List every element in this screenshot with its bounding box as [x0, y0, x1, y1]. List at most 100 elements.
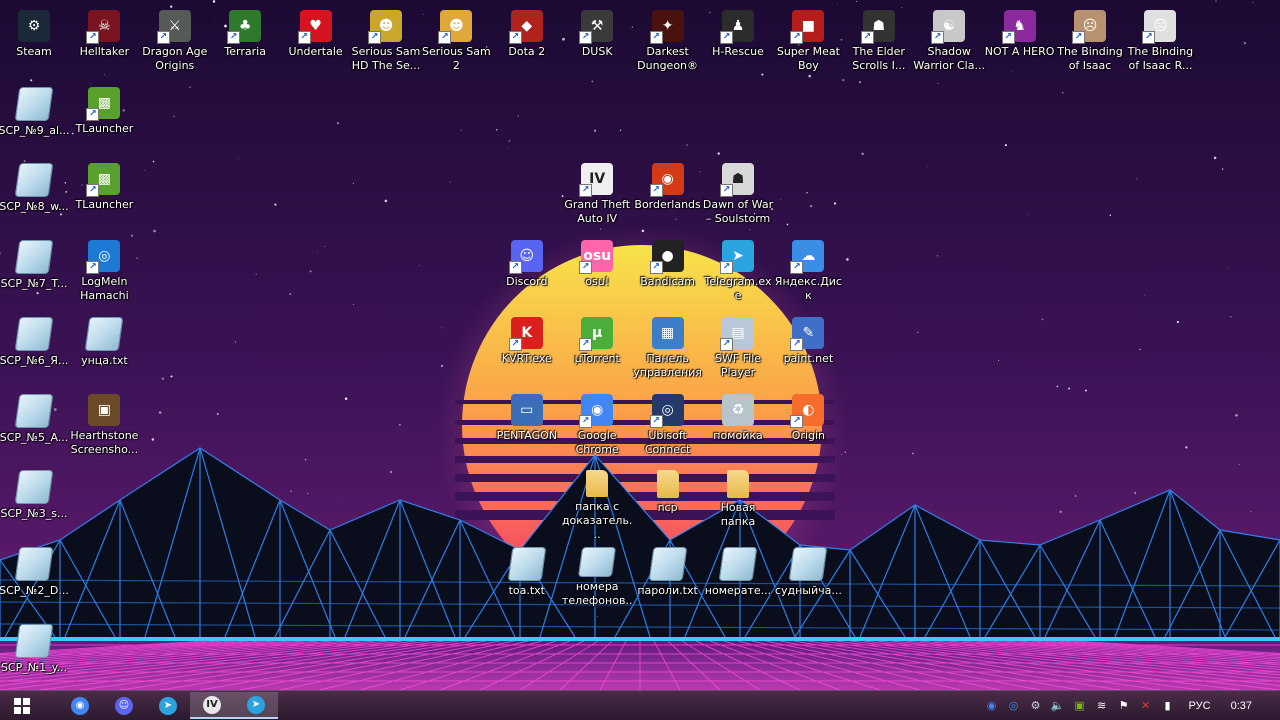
desktop-icon-label: SCP_№2_D...: [0, 583, 69, 597]
desktop-icon-label: paint.net: [783, 351, 834, 365]
steam-tray-icon[interactable]: ⚙: [1025, 696, 1047, 716]
desktop-icon-swf-file-player[interactable]: ▤ ↗ SWF File Player: [702, 313, 774, 387]
shortcut-arrow-icon: ↗: [86, 31, 100, 44]
network-tray-icon[interactable]: ◎: [1003, 696, 1025, 716]
chrome-tray-icon[interactable]: ◉: [981, 696, 1003, 716]
taskbar-button-telegram[interactable]: ➤: [146, 692, 190, 719]
the-binding-of-isaac-icon: ☹ ↗: [1072, 10, 1106, 44]
desktop-icon-ncp[interactable]: ncp: [632, 466, 704, 540]
signal-icon[interactable]: ▮: [1157, 696, 1179, 716]
desktop-icon-osu[interactable]: osu ↗ osu!: [561, 236, 633, 310]
desktop-icon-scp-№7-t[interactable]: SCP_№7_T...: [0, 236, 70, 310]
desktop-icon-пароли-txt[interactable]: пароли.txt: [632, 543, 704, 617]
clock[interactable]: 0:37: [1221, 700, 1280, 712]
language-indicator[interactable]: РУС: [1179, 700, 1221, 712]
the-elder-scrolls-i-icon: ☗ ↗: [860, 10, 895, 44]
desktop-icon-undertale[interactable]: ♥ ↗ Undertale: [280, 6, 352, 80]
desktop-icon-helltaker[interactable]: ☠ ↗ Helltaker: [68, 6, 140, 80]
desktop-icon-origin[interactable]: ◐ ↗ Origin: [772, 390, 844, 464]
desktop-icon-label: папка с доказатель...: [561, 499, 633, 541]
desktop-icon-панель-управления[interactable]: ▦ Панель управления: [632, 313, 704, 387]
desktop-icon-унца-txt[interactable]: унца.txt: [68, 313, 140, 387]
desktop-icon-scp-№1-y[interactable]: SCP_№1_y...: [0, 620, 70, 694]
desktop-icon-super-meat-boy[interactable]: ■ ↗ Super Meat Boy: [772, 6, 844, 80]
desktop-icon-dusk[interactable]: ⚒ ↗ DUSK: [561, 6, 633, 80]
desktop-icon-borderlands[interactable]: ◉ ↗ Borderlands: [632, 159, 704, 233]
desktop-icon-h-rescue[interactable]: ♟ ↗ H-Rescue: [702, 6, 774, 80]
shortcut-arrow-icon: ↗: [579, 337, 593, 351]
desktop-icon-kvrt-exe[interactable]: K ↗ KVRT.exe: [491, 313, 563, 387]
desktop-icon-scp-№5-a[interactable]: SCP_№5_A...: [0, 390, 70, 464]
desktop-icon-label: The Binding of Isaac: [1057, 45, 1123, 72]
desktop-icon-scp-№2-d[interactable]: SCP_№2_D...: [0, 543, 70, 617]
desktop-icon-shadow-warrior-cla[interactable]: ☯ ↗ Shadow Warrior Cla...: [913, 6, 985, 80]
desktop-icon-label: SCP_№1_y...: [0, 660, 68, 674]
desktop-icon-label: ncp: [657, 501, 678, 515]
desktop-icon-scp-№8-w[interactable]: SCP_№8_w...: [0, 159, 70, 233]
desktop-icon-scp-№9-al[interactable]: SCP_№9_al...: [0, 83, 70, 157]
folder-icon: [586, 470, 609, 497]
shortcut-arrow-icon: ↗: [790, 31, 804, 44]
desktop-icon-tlauncher[interactable]: ▩ ↗ TLauncher: [68, 83, 140, 157]
tlauncher-icon: ▩ ↗: [86, 163, 121, 198]
desktop-icon-папка-с-доказатель[interactable]: папка с доказатель...: [561, 466, 633, 540]
desktop-icon-steam[interactable]: ⚙ Steam: [0, 6, 70, 80]
desktop-icon-номера-телефонов[interactable]: номера телефонов...: [561, 543, 633, 617]
desktop-icon-label: The Binding of Isaac R...: [1127, 45, 1194, 72]
taskbar-button-telegram-window[interactable]: ➤: [234, 692, 278, 719]
desktop-icon-the-elder-scrolls-i[interactable]: ☗ ↗ The Elder Scrolls I...: [843, 6, 915, 80]
taskbar-pinned-apps: ◉ ☺ ➤ IV ➤: [58, 692, 278, 719]
desktop-icon-paint-net[interactable]: ✎ ↗ paint.net: [772, 313, 844, 387]
security-icon[interactable]: ✕: [1135, 696, 1157, 716]
desktop-icon-label: Origin: [791, 428, 826, 442]
taskbar-button-chrome[interactable]: ◉: [58, 692, 102, 719]
grand-theft-auto-iv-icon: IV ↗: [579, 163, 614, 198]
desktop-icon-the-binding-of-isaac[interactable]: ☹ ↗ The Binding of Isaac: [1054, 6, 1126, 80]
wifi-icon[interactable]: ≋: [1091, 696, 1113, 716]
desktop-icon-telegram-exe[interactable]: ➤ ↗ Telegram.exe: [702, 236, 774, 310]
desktop-icon-torrent[interactable]: µ ↗ µTorrent: [561, 313, 633, 387]
shortcut-arrow-icon: ↗: [579, 184, 593, 198]
desktop-icon-помойка[interactable]: ♻ помойка: [702, 390, 774, 464]
desktop-icon-новая-папка[interactable]: Новая папка: [702, 466, 774, 540]
volume-icon[interactable]: 🔈: [1047, 696, 1069, 716]
shortcut-arrow-icon: ↗: [86, 107, 100, 121]
desktop-icon-not-a-hero[interactable]: ♞ ↗ NOT A HERO: [984, 6, 1056, 80]
taskbar-button-discord[interactable]: ☺: [102, 692, 146, 719]
desktop-icon-discord[interactable]: ☺ ↗ Discord: [491, 236, 563, 310]
desktop-icon-the-binding-of-isaac-r[interactable]: ☹ ↗ The Binding of Isaac R...: [1124, 6, 1196, 80]
desktop-icon-label: Shadow Warrior Cla...: [913, 45, 985, 72]
desktop-icon-label: Dota 2: [508, 45, 546, 58]
desktop-icon-scp-№3-s[interactable]: SCP_№3_s...: [0, 466, 70, 540]
shortcut-arrow-icon: ↗: [1072, 31, 1085, 44]
nvidia-icon[interactable]: ▣: [1069, 696, 1091, 716]
desktop-icon-serious-sam-2[interactable]: ☻ ↗ Serious Sam 2: [420, 6, 492, 80]
desktop-icon-grand-theft-auto-iv[interactable]: IV ↗ Grand Theft Auto IV: [561, 159, 633, 233]
desktop-icon-hearthstone-screensho[interactable]: ▣ Hearthstone Screensho...: [68, 390, 140, 464]
desktop-icon-terraria[interactable]: ♣ ↗ Terraria: [209, 6, 281, 80]
desktop-icon-darkest-dungeon[interactable]: ✦ ↗ Darkest Dungeon®: [632, 6, 704, 80]
desktop-icon-dawn-of-war-soulstorm[interactable]: ☗ ↗ Dawn of War – Soulstorm: [702, 159, 774, 233]
flag-icon[interactable]: ⚑: [1113, 696, 1135, 716]
desktop-icon-судныйча[interactable]: судныйча...: [772, 543, 844, 617]
serious-sam-2-icon: ☻ ↗: [438, 10, 473, 44]
desktop-icon-pentagon[interactable]: ▭ PENTAGON: [491, 390, 563, 464]
start-button[interactable]: [0, 692, 44, 719]
desktop-icon-dragon-age-origins[interactable]: ⚔ ↗ Dragon Age Origins: [139, 6, 211, 80]
desktop-icon-ubisoft-connect[interactable]: ◎ ↗ Ubisoft Connect: [632, 390, 704, 464]
desktop-icon-toa-txt[interactable]: toa.txt: [491, 543, 563, 617]
desktop-icon-номерате[interactable]: номерате...: [702, 543, 774, 617]
desktop-icon-serious-sam-hd-the-se[interactable]: ☻ ↗ Serious Sam HD The Se...: [350, 6, 422, 80]
desktop-icon-google-chrome[interactable]: ◉ ↗ Google Chrome: [561, 390, 633, 464]
desktop-icon-label: Borderlands: [634, 198, 701, 212]
desktop-icon-tlauncher[interactable]: ▩ ↗ TLauncher: [68, 159, 140, 233]
desktop-icon-яндекс-диск[interactable]: ☁ ↗ Яндекс.Диск: [772, 236, 844, 310]
яндекс-диск-icon: ☁ ↗: [790, 240, 825, 275]
desktop-icon-bandicam[interactable]: ● ↗ Bandicam: [632, 236, 704, 310]
taskbar-button-gta-iv[interactable]: IV: [190, 692, 234, 719]
desktop-icon-label: Serious Sam HD The Se...: [351, 45, 421, 72]
desktop-icon-dota-2[interactable]: ◆ ↗ Dota 2: [491, 6, 563, 80]
google-chrome-icon: ◉ ↗: [579, 393, 614, 428]
desktop-icon-logmein-hamachi[interactable]: ◎ ↗ LogMeIn Hamachi: [68, 236, 140, 310]
desktop-icon-scp-№6-я[interactable]: SCP_№6_Я...: [0, 313, 70, 387]
